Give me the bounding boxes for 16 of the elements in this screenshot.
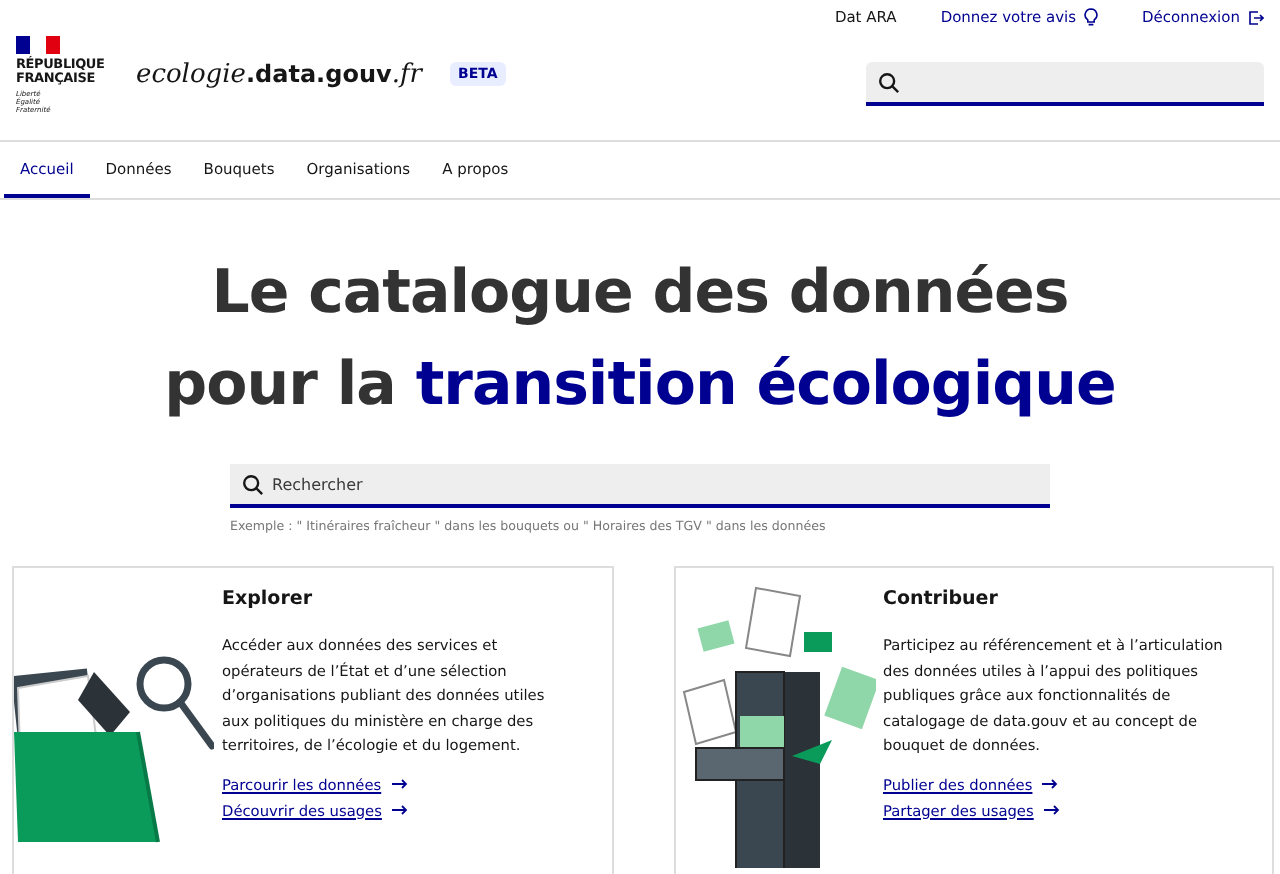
logout-icon bbox=[1248, 9, 1264, 25]
card-title: Explorer bbox=[222, 588, 315, 610]
arrow-icon bbox=[391, 804, 408, 816]
site-name[interactable]: ecologie.data.gouv.fr bbox=[136, 59, 422, 89]
arrow-icon bbox=[1043, 804, 1060, 816]
card-title: Contribuer bbox=[883, 588, 1000, 610]
search-icon bbox=[878, 71, 900, 93]
search-field[interactable]: Rechercher bbox=[230, 464, 1050, 508]
search-field[interactable] bbox=[866, 62, 1264, 106]
flag-icon bbox=[16, 35, 60, 53]
arrow-icon bbox=[1042, 778, 1059, 790]
lightbulb-icon bbox=[1084, 8, 1099, 26]
search-icon bbox=[242, 473, 264, 495]
hero-title: Le catalogue des données bbox=[211, 256, 1069, 332]
arrow-icon bbox=[391, 778, 408, 790]
hero-title: pour la transition écologique bbox=[164, 348, 1116, 424]
